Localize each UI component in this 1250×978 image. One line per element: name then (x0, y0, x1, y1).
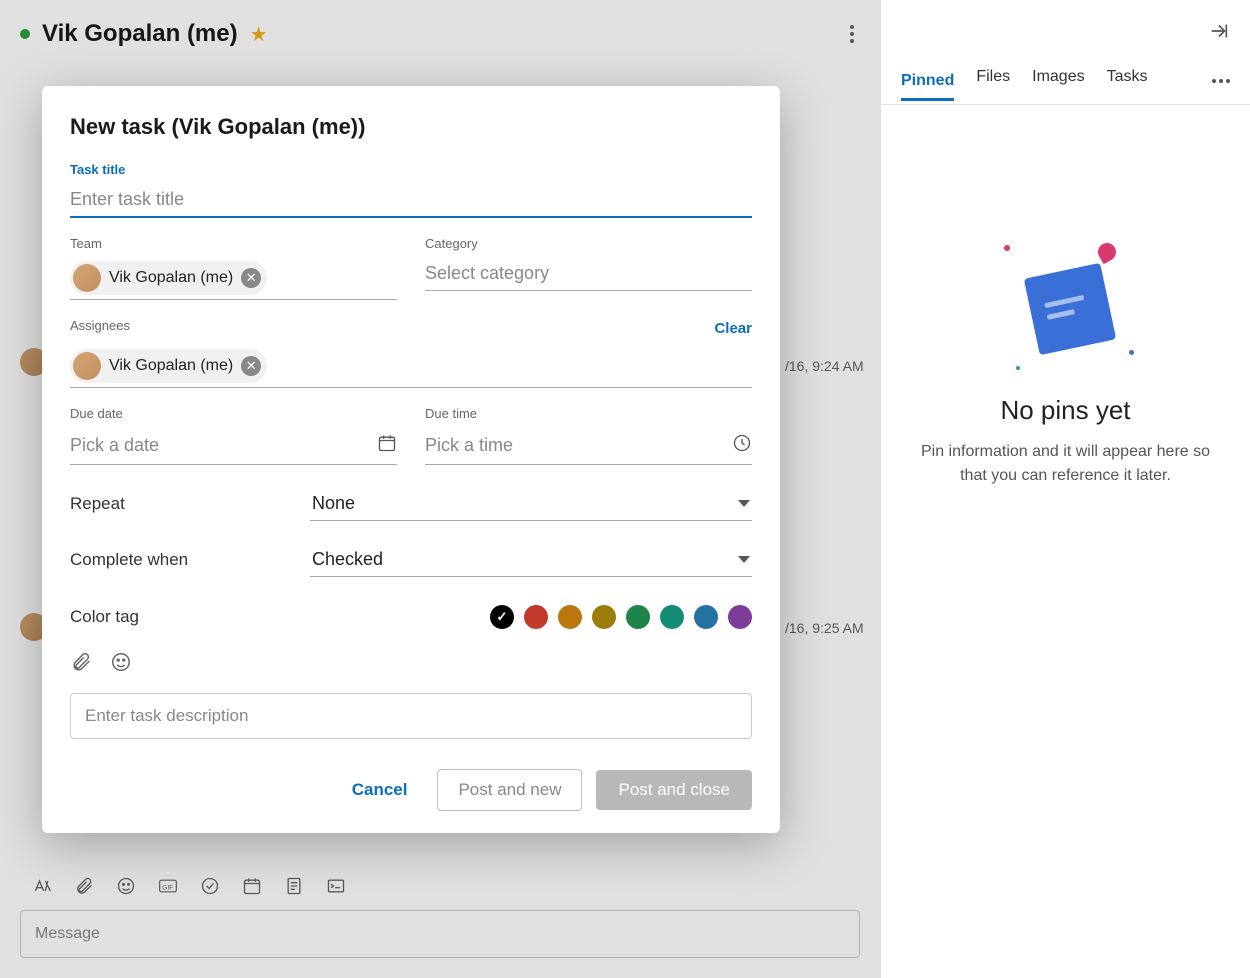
repeat-select[interactable]: None (310, 487, 752, 521)
team-chip: Vik Gopalan (me) ✕ (70, 261, 267, 295)
color-swatch[interactable] (558, 605, 582, 629)
color-swatch[interactable] (592, 605, 616, 629)
avatar (73, 264, 101, 292)
category-input[interactable] (425, 257, 752, 291)
task-description-input[interactable] (70, 693, 752, 739)
calendar-icon (377, 433, 397, 458)
color-swatch[interactable] (728, 605, 752, 629)
modal-title: New task (Vik Gopalan (me)) (70, 114, 752, 140)
color-swatch[interactable] (626, 605, 650, 629)
chevron-down-icon (738, 500, 750, 507)
clock-icon (732, 433, 752, 458)
due-date-placeholder: Pick a date (70, 435, 159, 456)
complete-when-value: Checked (312, 549, 383, 570)
pins-empty-illustration (996, 235, 1136, 375)
empty-state-desc: Pin information and it will appear here … (911, 440, 1220, 488)
tab-files[interactable]: Files (976, 68, 1010, 94)
remove-chip-icon[interactable]: ✕ (241, 356, 261, 376)
post-and-new-button[interactable]: Post and new (437, 769, 582, 811)
color-swatch[interactable] (524, 605, 548, 629)
complete-when-select[interactable]: Checked (310, 543, 752, 577)
assignees-field[interactable]: Vik Gopalan (me) ✕ (70, 345, 752, 388)
post-and-close-button[interactable]: Post and close (596, 770, 752, 810)
color-swatch[interactable] (490, 605, 514, 629)
chip-label: Vik Gopalan (me) (109, 357, 233, 375)
tab-pinned[interactable]: Pinned (901, 72, 954, 101)
repeat-label: Repeat (70, 494, 310, 514)
category-label: Category (425, 236, 752, 251)
assignee-chip: Vik Gopalan (me) ✕ (70, 349, 267, 383)
due-time-input[interactable]: Pick a time (425, 427, 752, 465)
avatar (73, 352, 101, 380)
attachment-icon[interactable] (70, 651, 92, 679)
color-swatch[interactable] (694, 605, 718, 629)
due-time-placeholder: Pick a time (425, 435, 513, 456)
complete-when-label: Complete when (70, 550, 310, 570)
chip-label: Vik Gopalan (me) (109, 269, 233, 287)
task-title-input[interactable] (70, 183, 752, 218)
due-time-label: Due time (425, 406, 752, 421)
assignees-label: Assignees (70, 318, 130, 333)
tab-tasks[interactable]: Tasks (1107, 68, 1148, 94)
due-date-label: Due date (70, 406, 397, 421)
clear-assignees-button[interactable]: Clear (714, 320, 752, 337)
chevron-down-icon (738, 556, 750, 563)
color-tag-label: Color tag (70, 607, 139, 627)
new-task-modal: New task (Vik Gopalan (me)) Task title T… (42, 86, 780, 833)
tabs-overflow-button[interactable] (1212, 79, 1230, 83)
color-swatch[interactable] (660, 605, 684, 629)
team-field[interactable]: Vik Gopalan (me) ✕ (70, 257, 397, 300)
emoji-icon[interactable] (110, 651, 132, 679)
collapse-panel-icon[interactable] (1208, 20, 1230, 48)
task-title-label: Task title (70, 162, 752, 177)
empty-state-title: No pins yet (1000, 395, 1130, 426)
due-date-input[interactable]: Pick a date (70, 427, 397, 465)
tab-images[interactable]: Images (1032, 68, 1084, 94)
remove-chip-icon[interactable]: ✕ (241, 268, 261, 288)
team-label: Team (70, 236, 397, 251)
repeat-value: None (312, 493, 355, 514)
cancel-button[interactable]: Cancel (336, 770, 424, 810)
color-swatches (490, 605, 752, 629)
